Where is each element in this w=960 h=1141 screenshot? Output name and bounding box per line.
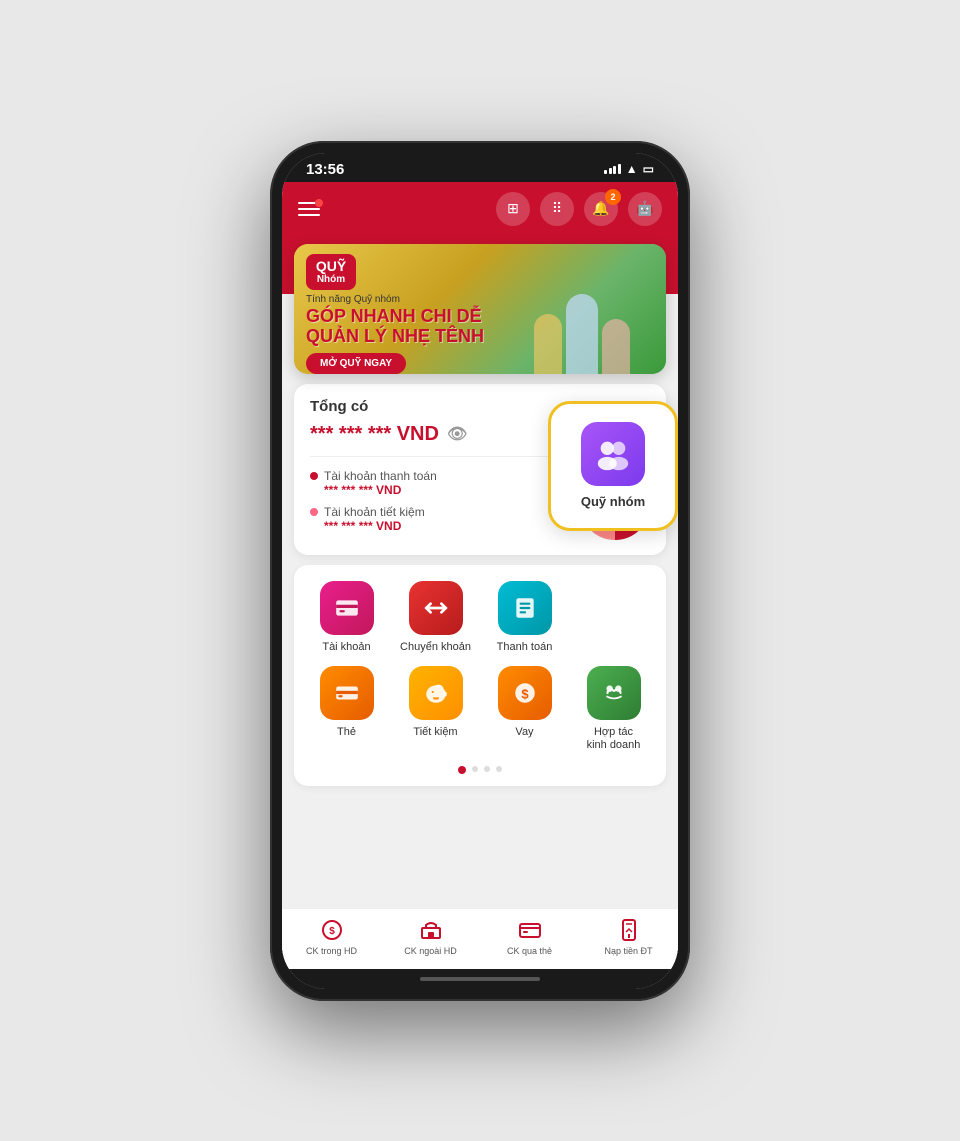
page-dot-4 bbox=[496, 766, 502, 772]
banner-content: QUỸ Nhóm Tính năng Quỹ nhóm GÓP NHANH CH… bbox=[294, 244, 666, 374]
qr-icon: ⠿ bbox=[552, 200, 562, 217]
ck-trong-hd-icon: $ bbox=[319, 917, 345, 943]
hop-tac-label: Hợp tác kinh doanh bbox=[584, 726, 644, 752]
savings-account-item: Tài khoản tiết kiệm *** *** *** VND bbox=[310, 505, 570, 533]
vay-icon: $ bbox=[498, 666, 552, 720]
quy-nhom-highlight-icon bbox=[581, 422, 645, 486]
tiet-kiem-icon bbox=[409, 666, 463, 720]
page-dot-2 bbox=[472, 766, 478, 772]
thanh-toan-icon bbox=[498, 581, 552, 635]
quick-actions: Tài khoản Chuyển khoản bbox=[294, 565, 666, 787]
quy-nhom-highlight-label: Quỹ nhóm bbox=[581, 494, 645, 509]
nav-ck-qua-the[interactable]: CK qua thẻ bbox=[480, 917, 579, 957]
action-tiet-kiem[interactable]: Tiết kiệm bbox=[391, 666, 480, 739]
page-dots bbox=[302, 756, 658, 778]
signal-icon bbox=[604, 164, 621, 174]
header-icons: ⊞ ⠿ 🔔 2 🤖 bbox=[496, 192, 662, 226]
nav-nap-tien-dt[interactable]: Nạp tiền ĐT bbox=[579, 917, 678, 957]
savings-dot bbox=[310, 508, 318, 516]
chat-button[interactable]: 🤖 bbox=[628, 192, 662, 226]
action-thanh-toan[interactable]: Thanh toán bbox=[480, 581, 569, 654]
hop-tac-icon bbox=[587, 666, 641, 720]
notification-badge: 2 bbox=[605, 189, 621, 205]
ck-ngoai-hd-icon bbox=[418, 917, 444, 943]
ck-qua-the-label: CK qua thẻ bbox=[507, 946, 552, 957]
app-content: ⊞ ⠿ 🔔 2 🤖 bbox=[282, 182, 678, 969]
qr-scan-button[interactable]: ⊞ bbox=[496, 192, 530, 226]
menu-button[interactable] bbox=[298, 202, 320, 216]
balance-title: Tổng có bbox=[310, 398, 368, 415]
toggle-balance-visibility[interactable]: 👁 bbox=[447, 424, 467, 444]
payment-account-item: Tài khoản thanh toán *** *** *** VND bbox=[310, 469, 570, 497]
ck-trong-hd-label: CK trong HD bbox=[306, 946, 357, 957]
the-icon bbox=[320, 666, 374, 720]
actions-row-1: Tài khoản Chuyển khoản bbox=[302, 581, 658, 654]
payment-dot bbox=[310, 472, 318, 480]
quy-badge: QUỸ Nhóm bbox=[306, 254, 356, 291]
action-tai-khoan[interactable]: Tài khoản bbox=[302, 581, 391, 654]
quy-nhom-highlight-box[interactable]: Quỹ nhóm bbox=[548, 401, 678, 531]
notification-button[interactable]: 🔔 2 bbox=[584, 192, 618, 226]
qr-code-button[interactable]: ⠿ bbox=[540, 192, 574, 226]
ck-qua-the-icon bbox=[517, 917, 543, 943]
chuyen-khoan-label: Chuyển khoản bbox=[400, 641, 471, 654]
home-indicator bbox=[282, 969, 678, 989]
nap-tien-dt-icon bbox=[616, 917, 642, 943]
chat-icon: 🤖 bbox=[636, 200, 653, 217]
tiet-kiem-label: Tiết kiệm bbox=[413, 726, 457, 739]
menu-notification-dot bbox=[315, 199, 323, 207]
status-bar: 13:56 ▲ ▭ bbox=[282, 153, 678, 182]
vay-label: Vay bbox=[515, 726, 533, 739]
the-label: Thẻ bbox=[337, 726, 356, 739]
action-vay[interactable]: $ Vay bbox=[480, 666, 569, 739]
status-time: 13:56 bbox=[306, 161, 344, 178]
savings-account-value: *** *** *** VND bbox=[324, 519, 570, 533]
open-fund-button[interactable]: MỞ QUỸ NGAY bbox=[306, 353, 406, 374]
svg-text:$: $ bbox=[329, 926, 335, 937]
savings-account-label: Tài khoản tiết kiệm bbox=[310, 505, 570, 519]
balance-list: Tài khoản thanh toán *** *** *** VND Tài… bbox=[310, 469, 570, 541]
payment-account-label: Tài khoản thanh toán bbox=[310, 469, 570, 483]
camera-icon: ⊞ bbox=[507, 200, 519, 217]
battery-icon: ▭ bbox=[643, 162, 654, 176]
action-the[interactable]: Thẻ bbox=[302, 666, 391, 739]
bottom-navigation: $ CK trong HD CK ngoài HD bbox=[282, 908, 678, 969]
promotion-banner[interactable]: QUỸ Nhóm Tính năng Quỹ nhóm GÓP NHANH CH… bbox=[294, 244, 666, 374]
banner-subtitle: Tính năng Quỹ nhóm bbox=[306, 294, 484, 305]
svg-text:$: $ bbox=[521, 686, 529, 701]
payment-account-value: *** *** *** VND bbox=[324, 483, 570, 497]
banner-title: GÓP NHANH CHI DỄ QUẢN LÝ NHẸ TÊNH bbox=[306, 307, 484, 347]
nav-ck-trong-hd[interactable]: $ CK trong HD bbox=[282, 917, 381, 957]
page-dot-3 bbox=[484, 766, 490, 772]
home-bar bbox=[420, 977, 540, 981]
chuyen-khoan-icon bbox=[409, 581, 463, 635]
balance-value: *** *** *** VND bbox=[310, 423, 439, 446]
actions-row-2: Thẻ Tiết kiệm bbox=[302, 666, 658, 752]
wifi-icon: ▲ bbox=[626, 162, 638, 176]
header-top: ⊞ ⠿ 🔔 2 🤖 bbox=[298, 192, 662, 226]
phone-screen: 13:56 ▲ ▭ bbox=[282, 153, 678, 989]
page-dot-1 bbox=[458, 766, 466, 774]
action-chuyen-khoan[interactable]: Chuyển khoản bbox=[391, 581, 480, 654]
tai-khoan-icon bbox=[320, 581, 374, 635]
action-hop-tac[interactable]: Hợp tác kinh doanh bbox=[569, 666, 658, 752]
tai-khoan-label: Tài khoản bbox=[322, 641, 370, 654]
nap-tien-dt-label: Nạp tiền ĐT bbox=[604, 946, 652, 957]
status-icons: ▲ ▭ bbox=[604, 162, 654, 176]
phone-frame: 13:56 ▲ ▭ bbox=[270, 141, 690, 1001]
thanh-toan-label: Thanh toán bbox=[497, 641, 553, 654]
action-quy-nhom[interactable]: Quỹ nhóm 👥 Quỹ nhóm bbox=[569, 581, 658, 654]
ck-ngoai-hd-label: CK ngoài HD bbox=[404, 946, 457, 957]
nav-ck-ngoai-hd[interactable]: CK ngoài HD bbox=[381, 917, 480, 957]
